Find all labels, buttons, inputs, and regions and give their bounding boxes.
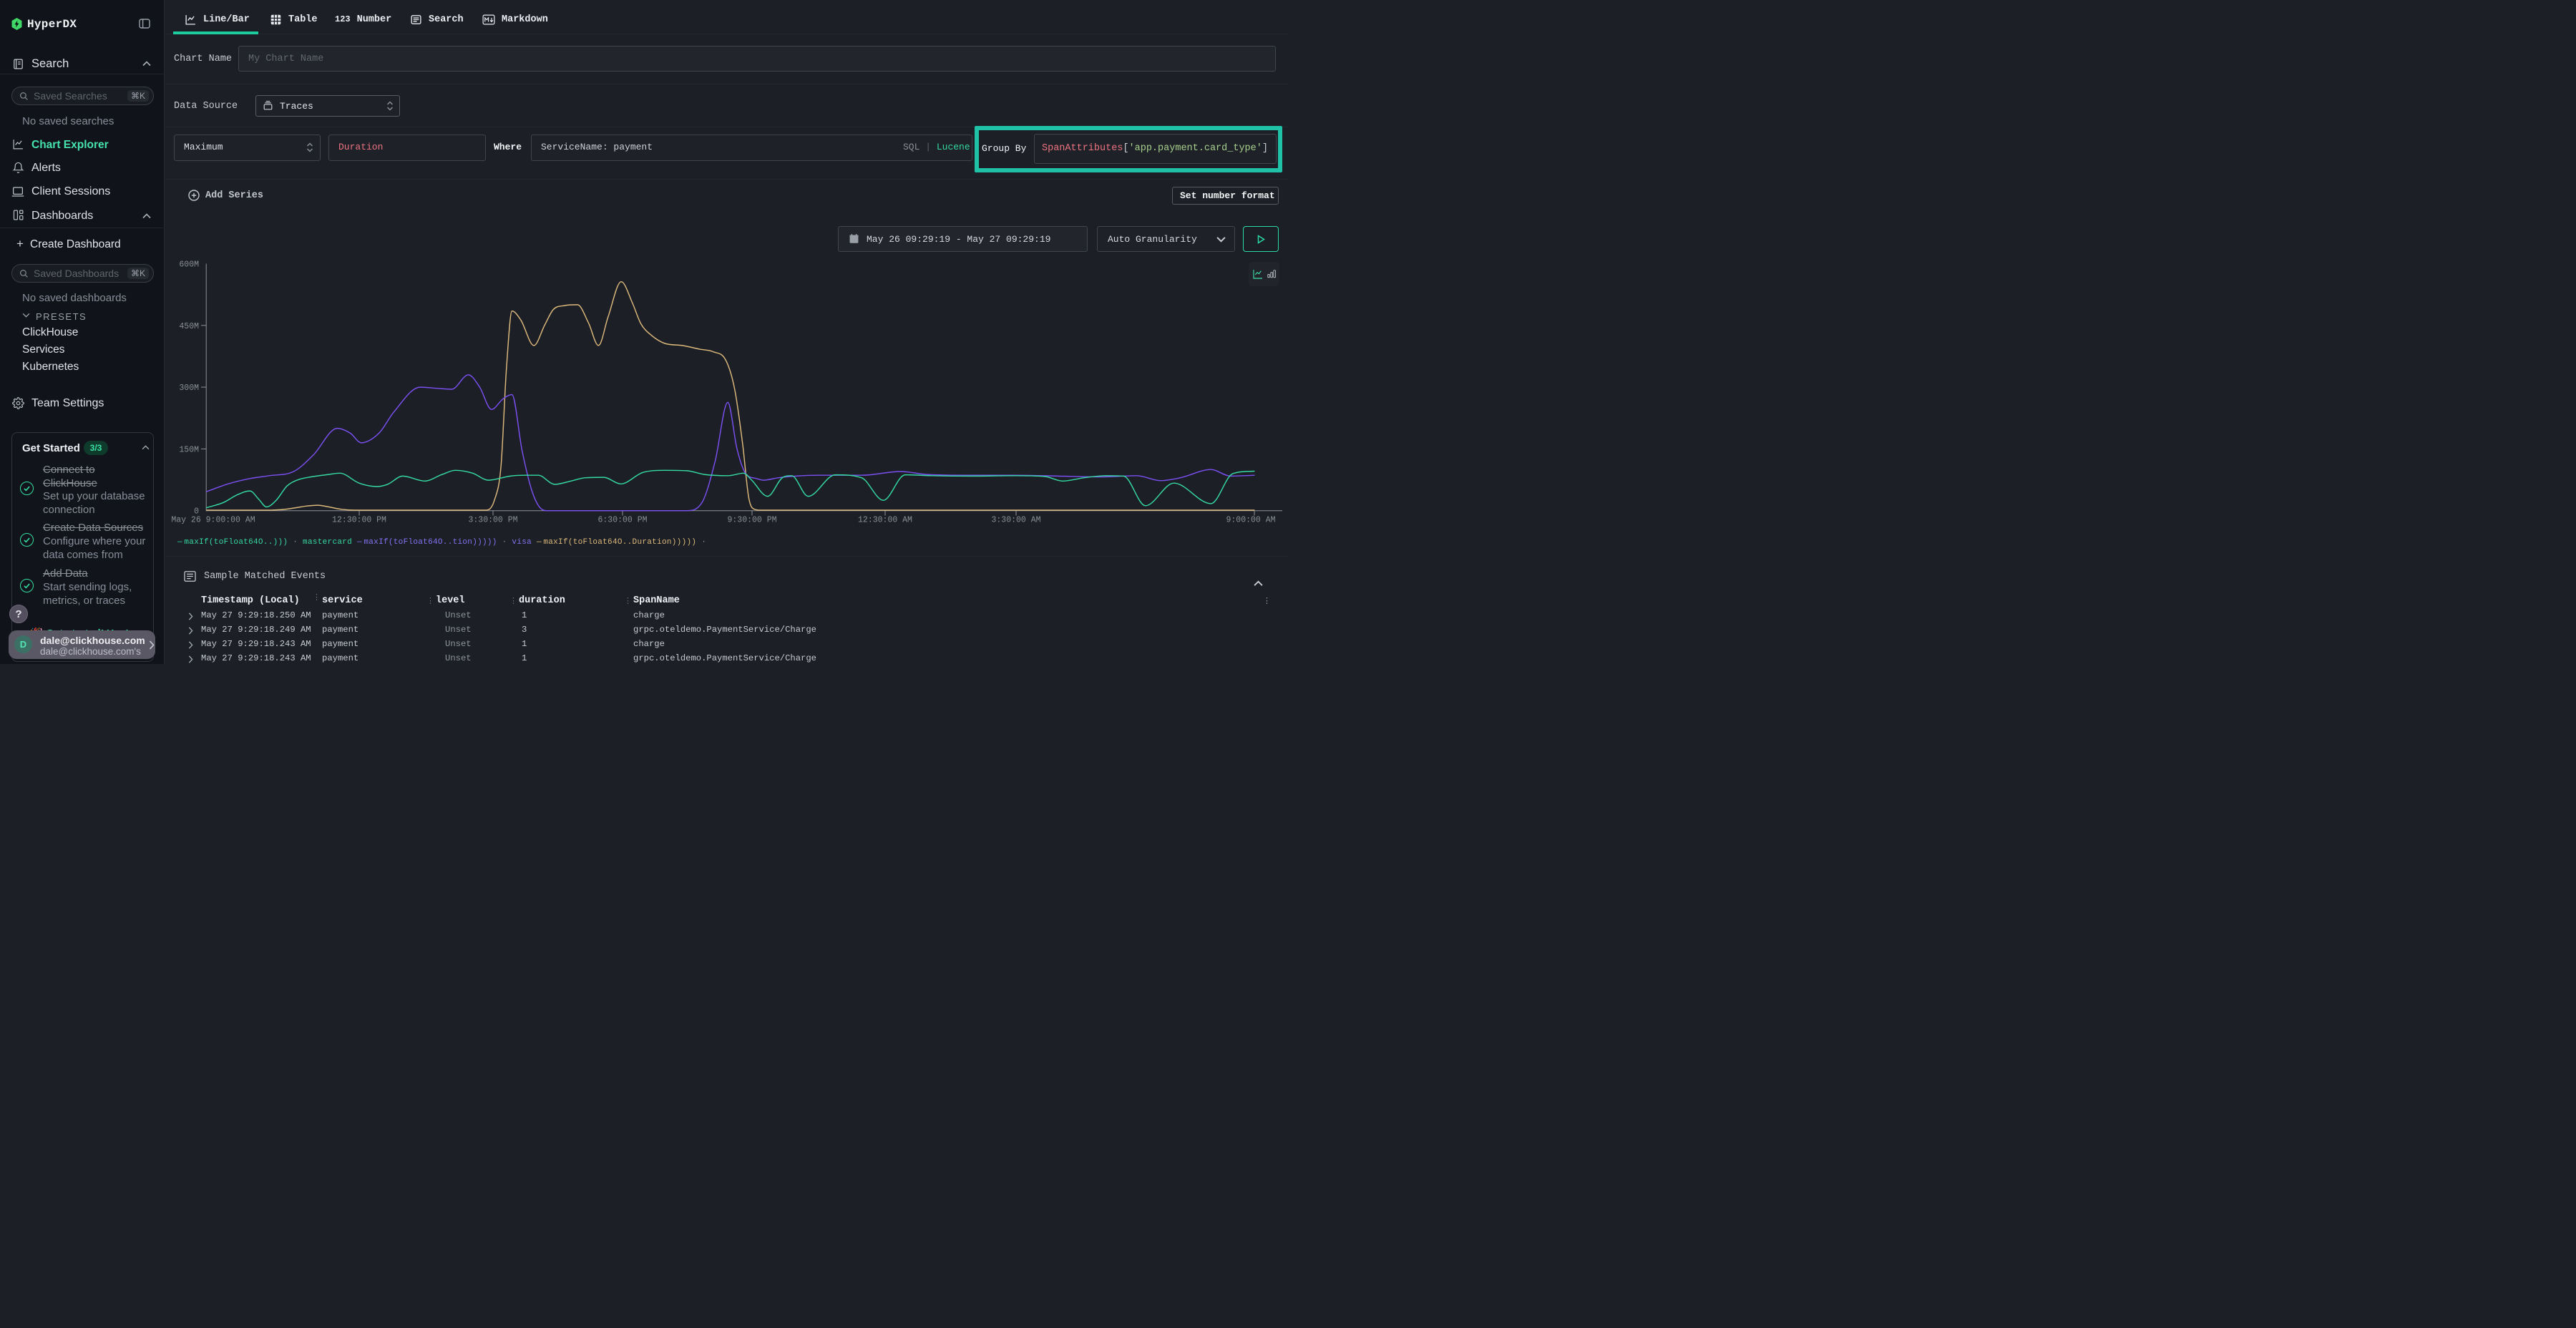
svg-text:9:00:00 AM: 9:00:00 AM: [1226, 516, 1275, 525]
svg-text:3:30:00 PM: 3:30:00 PM: [468, 516, 517, 525]
svg-text:9:30:00 PM: 9:30:00 PM: [727, 516, 776, 525]
svg-text:600M: 600M: [179, 260, 199, 270]
svg-text:150M: 150M: [179, 445, 199, 454]
svg-text:6:30:00 PM: 6:30:00 PM: [597, 516, 647, 525]
svg-text:300M: 300M: [179, 384, 199, 393]
svg-text:May 26 9:00:00 AM: May 26 9:00:00 AM: [171, 516, 255, 525]
svg-text:12:30:00 PM: 12:30:00 PM: [332, 516, 386, 525]
svg-text:3:30:00 AM: 3:30:00 AM: [991, 516, 1040, 525]
svg-text:12:30:00 AM: 12:30:00 AM: [858, 516, 912, 525]
svg-text:450M: 450M: [179, 322, 199, 331]
